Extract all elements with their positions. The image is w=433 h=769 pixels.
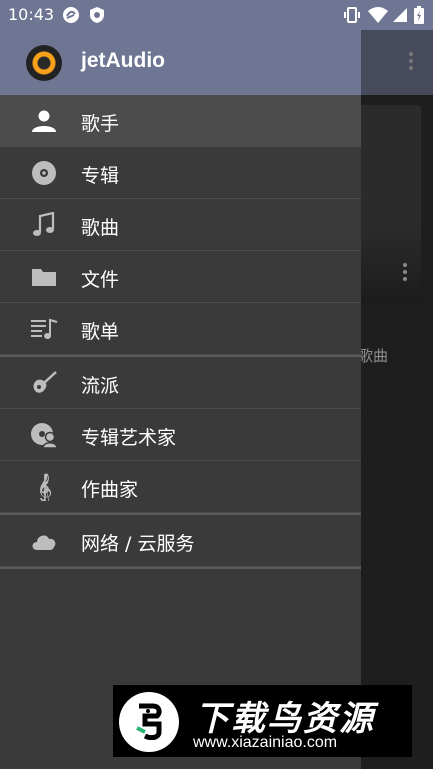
- album-icon: [30, 160, 58, 186]
- menu-item-songs[interactable]: 歌曲: [0, 199, 361, 251]
- bird-icon: [136, 703, 162, 740]
- watermark-url: www.xiazainiao.com: [193, 734, 338, 751]
- menu-item-label: 作曲家: [81, 479, 139, 501]
- watermark-logo: [119, 692, 179, 752]
- drawer-header: jetAudio: [0, 30, 361, 95]
- menu-item-label: 专辑: [81, 165, 120, 187]
- guitar-icon: [30, 370, 58, 396]
- battery-icon: [414, 6, 424, 28]
- menu-item-artist[interactable]: 歌手: [0, 95, 361, 147]
- navigation-drawer: jetAudio 歌手 专辑 歌曲 文件 歌单 流派 专辑艺术家 𝄞 作曲家 网…: [0, 0, 361, 769]
- drawer-menu: 歌手 专辑 歌曲 文件 歌单 流派 专辑艺术家 𝄞 作曲家 网络 / 云服务: [0, 95, 361, 569]
- vibrate-icon: [343, 6, 361, 28]
- menu-item-label: 网络 / 云服务: [81, 533, 195, 555]
- folder-icon: [30, 264, 58, 290]
- music-note-icon: [30, 212, 58, 238]
- menu-item-album[interactable]: 专辑: [0, 147, 361, 199]
- menu-item-label: 歌单: [81, 321, 120, 343]
- watermark-title: 下载鸟资源: [195, 699, 375, 739]
- app-title: jetAudio: [81, 49, 165, 72]
- card-overflow-icon: [403, 263, 407, 284]
- treble-clef-icon: 𝄞: [30, 473, 58, 501]
- sync-icon: [62, 6, 80, 28]
- menu-item-label: 歌曲: [81, 217, 120, 239]
- background-card-label: 歌曲: [358, 347, 389, 365]
- app-logo: [26, 45, 62, 81]
- shield-icon: [89, 6, 105, 28]
- cloud-icon: [30, 528, 58, 554]
- menu-item-playlists[interactable]: 歌单: [0, 303, 361, 355]
- menu-item-label: 歌手: [81, 113, 120, 135]
- status-time: 10:43: [8, 5, 55, 24]
- playlist-icon: [30, 316, 58, 342]
- menu-item-album-artist[interactable]: 专辑艺术家: [0, 409, 361, 461]
- menu-item-composer[interactable]: 𝄞 作曲家: [0, 461, 361, 513]
- menu-item-label: 流派: [81, 375, 120, 397]
- wifi-icon: [368, 6, 388, 28]
- menu-item-network-cloud[interactable]: 网络 / 云服务: [0, 515, 361, 567]
- menu-divider: [0, 567, 361, 569]
- background-overflow-icon: [409, 52, 413, 73]
- watermark-banner: 下载鸟资源 www.xiazainiao.com: [113, 685, 412, 757]
- menu-item-files[interactable]: 文件: [0, 251, 361, 303]
- album-artist-icon: [30, 422, 58, 448]
- menu-item-label: 专辑艺术家: [81, 427, 177, 449]
- menu-item-genre[interactable]: 流派: [0, 357, 361, 409]
- status-bar: 10:43: [0, 0, 433, 30]
- menu-item-label: 文件: [81, 269, 120, 291]
- artist-icon: [30, 108, 58, 134]
- cellular-icon: [392, 6, 408, 28]
